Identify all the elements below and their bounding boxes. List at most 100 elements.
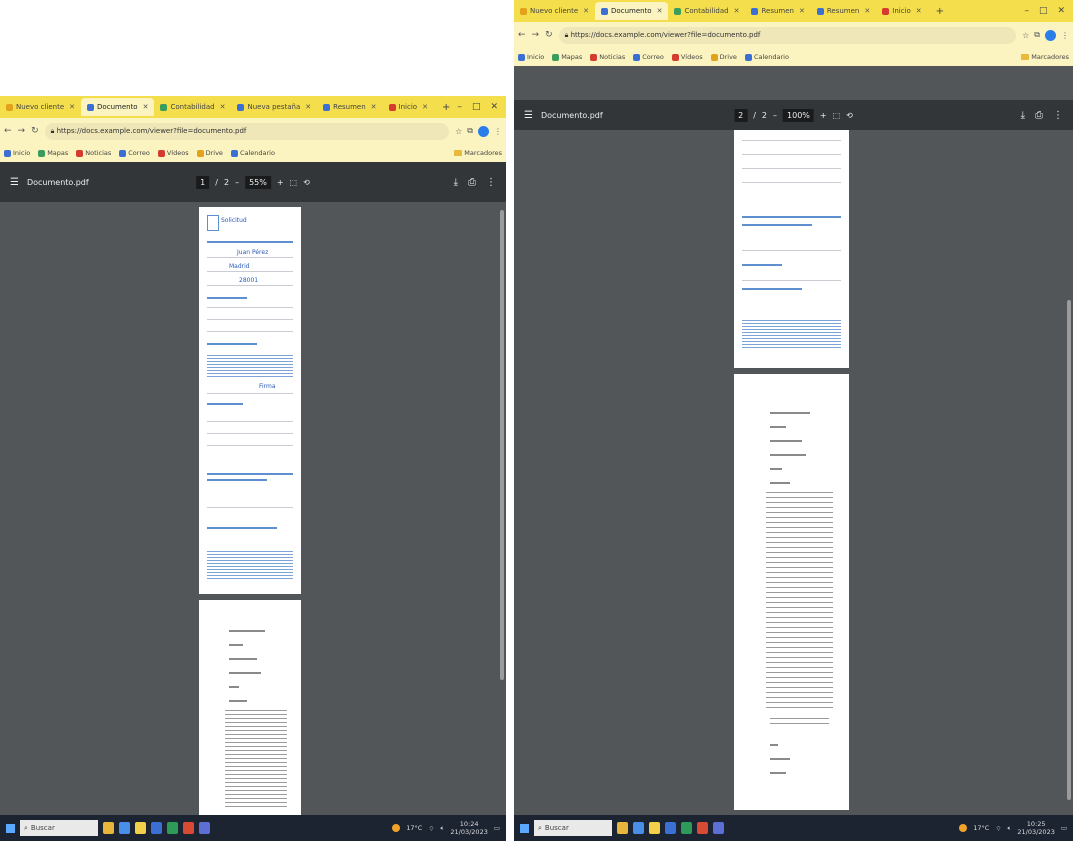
close-tab-icon[interactable]: ✕ bbox=[143, 103, 149, 111]
zoom-level[interactable]: 55% bbox=[245, 175, 271, 189]
tab-2[interactable]: Contabilidad ✕ bbox=[154, 98, 231, 116]
volume-icon[interactable]: 🔈︎ bbox=[1007, 824, 1011, 833]
rotate-icon[interactable]: ⟲ bbox=[846, 111, 853, 120]
scroll-thumb[interactable] bbox=[1067, 300, 1071, 800]
close-window-icon[interactable]: ✕ bbox=[1057, 6, 1065, 16]
bookmark-1[interactable]: Mapas bbox=[552, 53, 582, 61]
back-icon[interactable]: ← bbox=[518, 30, 526, 40]
bookmark-4[interactable]: Vídeos bbox=[157, 149, 189, 157]
clock[interactable]: 10:25 21/03/2023 bbox=[1017, 820, 1054, 836]
teams-icon[interactable] bbox=[713, 822, 724, 834]
zoom-level[interactable]: 100% bbox=[783, 108, 814, 122]
bookmark-4[interactable]: Vídeos bbox=[671, 53, 703, 61]
file-explorer-icon[interactable] bbox=[103, 822, 114, 834]
close-tab-icon[interactable]: ✕ bbox=[305, 103, 311, 111]
excel-icon[interactable] bbox=[167, 822, 178, 834]
close-tab-icon[interactable]: ✕ bbox=[916, 7, 922, 15]
zoom-in-button[interactable]: + bbox=[277, 178, 284, 187]
extensions-icon[interactable]: ⧉ bbox=[1034, 30, 1040, 40]
hamburger-menu-icon[interactable]: ☰ bbox=[524, 110, 533, 121]
minimize-icon[interactable]: – bbox=[1024, 6, 1029, 16]
bookmark-6[interactable]: Calendario bbox=[744, 53, 789, 61]
notification-icon[interactable]: ▭ bbox=[1061, 824, 1067, 832]
print-icon[interactable]: ⎙ bbox=[1035, 110, 1043, 121]
excel-icon[interactable] bbox=[681, 822, 692, 834]
close-tab-icon[interactable]: ✕ bbox=[864, 7, 870, 15]
bookmark-5[interactable]: Drive bbox=[710, 53, 737, 61]
forward-icon[interactable]: → bbox=[532, 30, 540, 40]
close-window-icon[interactable]: ✕ bbox=[490, 102, 498, 112]
bookmark-0[interactable]: Inicio bbox=[518, 53, 544, 61]
file-explorer-icon[interactable] bbox=[617, 822, 628, 834]
pdf-viewer[interactable]: Solicitud Juan Pérez Madrid 28001 Firma bbox=[0, 202, 506, 815]
taskbar-search[interactable]: ⌕ Buscar bbox=[20, 820, 98, 836]
close-tab-icon[interactable]: ✕ bbox=[371, 103, 377, 111]
weather-icon[interactable] bbox=[959, 824, 968, 832]
bookmark-2[interactable]: Noticias bbox=[590, 53, 625, 61]
tab-0[interactable]: Nuevo cliente ✕ bbox=[0, 98, 81, 116]
menu-dots-icon[interactable]: ⋮ bbox=[1061, 31, 1069, 40]
rotate-icon[interactable]: ⟲ bbox=[303, 178, 310, 187]
bookmark-1[interactable]: Mapas bbox=[38, 149, 68, 157]
download-icon[interactable]: ⤓ bbox=[454, 177, 458, 188]
profile-avatar[interactable] bbox=[1045, 29, 1056, 41]
taskbar-search[interactable]: ⌕ Buscar bbox=[534, 820, 612, 836]
star-icon[interactable]: ☆ bbox=[455, 127, 462, 136]
profile-avatar[interactable] bbox=[478, 125, 489, 137]
powerpoint-icon[interactable] bbox=[697, 822, 708, 834]
all-bookmarks[interactable]: Marcadores bbox=[454, 149, 502, 157]
zoom-out-button[interactable]: – bbox=[773, 111, 777, 120]
chrome-icon[interactable] bbox=[135, 822, 146, 834]
tab-1[interactable]: Documento ✕ bbox=[81, 98, 155, 116]
maximize-icon[interactable]: □ bbox=[472, 102, 481, 112]
download-icon[interactable]: ⤓ bbox=[1021, 110, 1025, 121]
hamburger-menu-icon[interactable]: ☰ bbox=[10, 177, 19, 188]
wifi-icon[interactable]: ⌔ bbox=[428, 824, 434, 833]
star-icon[interactable]: ☆ bbox=[1022, 31, 1029, 40]
tab-3[interactable]: Nueva pestaña ✕ bbox=[231, 98, 317, 116]
pdf-viewer[interactable] bbox=[514, 130, 1073, 815]
reload-icon[interactable]: ↻ bbox=[545, 30, 553, 40]
close-tab-icon[interactable]: ✕ bbox=[583, 7, 589, 15]
bookmark-0[interactable]: Inicio bbox=[4, 149, 30, 157]
close-tab-icon[interactable]: ✕ bbox=[734, 7, 740, 15]
clock[interactable]: 10:24 21/03/2023 bbox=[450, 820, 487, 836]
scrollbar[interactable] bbox=[1065, 130, 1073, 815]
more-icon[interactable]: ⋮ bbox=[1053, 110, 1063, 121]
edge-icon[interactable] bbox=[633, 822, 644, 834]
tab-5[interactable]: Inicio ✕ bbox=[876, 2, 927, 20]
close-tab-icon[interactable]: ✕ bbox=[799, 7, 805, 15]
windows-start-icon[interactable] bbox=[6, 823, 15, 833]
bookmark-5[interactable]: Drive bbox=[196, 149, 223, 157]
word-icon[interactable] bbox=[151, 822, 162, 834]
close-tab-icon[interactable]: ✕ bbox=[220, 103, 226, 111]
scroll-thumb[interactable] bbox=[500, 210, 504, 680]
fit-page-icon[interactable]: ⬚ bbox=[290, 178, 298, 187]
reload-icon[interactable]: ↻ bbox=[31, 126, 39, 136]
tab-4[interactable]: Resumen ✕ bbox=[317, 98, 382, 116]
minimize-icon[interactable]: – bbox=[457, 102, 462, 112]
extensions-icon[interactable]: ⧉ bbox=[467, 126, 473, 136]
more-icon[interactable]: ⋮ bbox=[486, 177, 496, 188]
wifi-icon[interactable]: ⌔ bbox=[995, 824, 1001, 833]
zoom-out-button[interactable]: – bbox=[235, 178, 239, 187]
back-icon[interactable]: ← bbox=[4, 126, 12, 136]
tab-4[interactable]: Resumen ✕ bbox=[811, 2, 876, 20]
bookmark-6[interactable]: Calendario bbox=[230, 149, 275, 157]
address-input[interactable]: 🔒︎ https://docs.example.com/viewer?file=… bbox=[44, 122, 450, 140]
tab-0[interactable]: Nuevo cliente ✕ bbox=[514, 2, 595, 20]
tab-1[interactable]: Documento ✕ bbox=[595, 2, 669, 20]
volume-icon[interactable]: 🔈︎ bbox=[440, 824, 444, 833]
new-tab-button[interactable]: + bbox=[442, 102, 450, 113]
new-tab-button[interactable]: + bbox=[936, 6, 944, 17]
page-number-input[interactable]: 1 bbox=[196, 175, 210, 189]
zoom-in-button[interactable]: + bbox=[820, 111, 827, 120]
weather-icon[interactable] bbox=[392, 824, 401, 832]
all-bookmarks[interactable]: Marcadores bbox=[1021, 53, 1069, 61]
notification-icon[interactable]: ▭ bbox=[494, 824, 500, 832]
scrollbar[interactable] bbox=[498, 202, 506, 815]
word-icon[interactable] bbox=[665, 822, 676, 834]
page-number-input[interactable]: 2 bbox=[734, 108, 748, 122]
tab-5[interactable]: Inicio ✕ bbox=[383, 98, 434, 116]
bookmark-3[interactable]: Correo bbox=[633, 53, 664, 61]
